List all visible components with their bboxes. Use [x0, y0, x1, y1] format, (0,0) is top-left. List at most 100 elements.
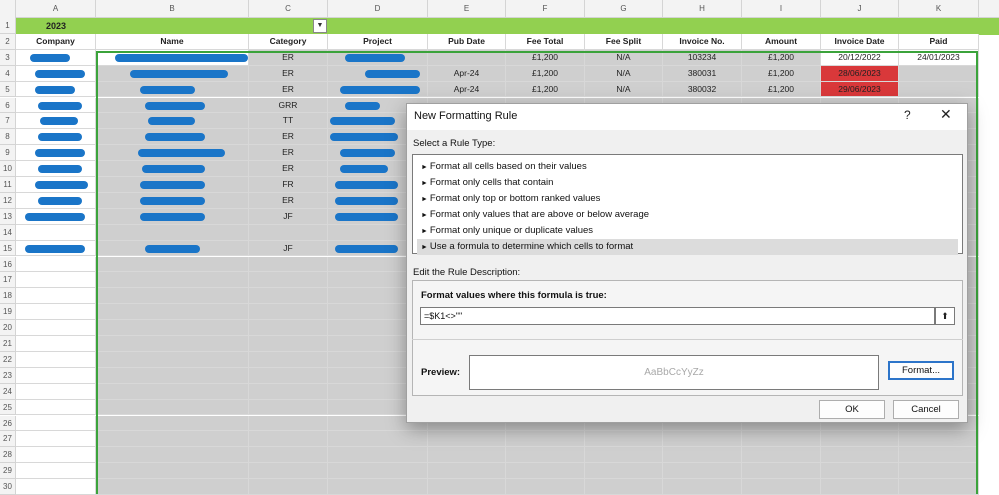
row-header[interactable]: 27: [0, 431, 16, 448]
year-cell[interactable]: 2023: [16, 18, 96, 35]
table-cell[interactable]: FR: [249, 177, 328, 193]
row-header[interactable]: 3: [0, 49, 16, 66]
table-cell[interactable]: ER: [249, 65, 328, 82]
table-cell[interactable]: [663, 431, 742, 448]
header-cell[interactable]: Invoice Date: [821, 33, 899, 50]
row-header[interactable]: 24: [0, 383, 16, 400]
table-cell[interactable]: [249, 431, 328, 448]
table-cell[interactable]: [96, 399, 249, 416]
table-cell[interactable]: [96, 367, 249, 384]
column-header-i[interactable]: I: [742, 0, 821, 18]
rule-type-item[interactable]: ► Format only unique or duplicate values: [417, 223, 958, 239]
table-cell[interactable]: [899, 81, 979, 98]
table-cell[interactable]: [16, 336, 96, 352]
table-cell[interactable]: JF: [249, 240, 328, 257]
row-header[interactable]: 12: [0, 192, 16, 209]
row-header[interactable]: 2: [0, 33, 16, 50]
table-cell[interactable]: [249, 288, 328, 305]
row-header[interactable]: 22: [0, 351, 16, 368]
table-cell[interactable]: [16, 431, 96, 448]
table-cell[interactable]: [249, 463, 328, 480]
rule-type-item[interactable]: ► Format only values that are above or b…: [417, 207, 958, 223]
table-cell[interactable]: 28/06/2023: [821, 65, 899, 82]
close-icon[interactable]: ✕: [940, 106, 952, 123]
rule-type-item[interactable]: ► Use a formula to determine which cells…: [417, 239, 958, 255]
table-cell[interactable]: [96, 447, 249, 464]
table-cell[interactable]: N/A: [585, 81, 663, 98]
table-cell[interactable]: [249, 336, 328, 352]
table-cell[interactable]: [585, 431, 663, 448]
header-cell[interactable]: Fee Total: [506, 33, 585, 50]
table-cell[interactable]: [249, 351, 328, 368]
table-cell[interactable]: [96, 272, 249, 289]
header-cell[interactable]: Fee Split: [585, 33, 663, 50]
table-cell[interactable]: Apr-24: [428, 81, 506, 98]
rule-type-list[interactable]: ► Format all cells based on their values…: [412, 154, 963, 255]
table-cell[interactable]: [506, 431, 585, 448]
table-cell[interactable]: 24/01/2023: [899, 49, 979, 66]
table-cell[interactable]: [663, 479, 742, 495]
column-header-c[interactable]: C: [249, 0, 328, 18]
header-cell[interactable]: Pub Date: [428, 33, 506, 50]
table-cell[interactable]: ER: [249, 129, 328, 146]
table-cell[interactable]: [249, 479, 328, 495]
table-cell[interactable]: ER: [249, 145, 328, 162]
table-cell[interactable]: [96, 320, 249, 336]
row-header[interactable]: 20: [0, 320, 16, 336]
row-header[interactable]: 21: [0, 336, 16, 352]
row-header[interactable]: 25: [0, 399, 16, 416]
table-cell[interactable]: [428, 49, 506, 66]
header-cell[interactable]: Amount: [742, 33, 821, 50]
table-cell[interactable]: [899, 431, 979, 448]
table-cell[interactable]: [506, 463, 585, 480]
cancel-button[interactable]: Cancel: [893, 400, 959, 419]
row-header[interactable]: 1: [0, 18, 16, 34]
table-cell[interactable]: [16, 272, 96, 289]
table-cell[interactable]: [506, 479, 585, 495]
row-header[interactable]: 30: [0, 479, 16, 495]
row-header[interactable]: 15: [0, 240, 16, 257]
table-cell[interactable]: [96, 336, 249, 352]
table-cell[interactable]: [16, 367, 96, 384]
table-cell[interactable]: N/A: [585, 65, 663, 82]
column-header-b[interactable]: B: [96, 0, 249, 18]
table-cell[interactable]: [249, 272, 328, 289]
table-cell[interactable]: [96, 224, 249, 241]
filter-dropdown-button[interactable]: ▼: [313, 19, 327, 33]
table-cell[interactable]: [428, 447, 506, 464]
header-cell[interactable]: Invoice No.: [663, 33, 742, 50]
table-cell[interactable]: [428, 463, 506, 480]
table-cell[interactable]: [96, 288, 249, 305]
row-header[interactable]: 26: [0, 415, 16, 432]
table-cell[interactable]: £1,200: [742, 49, 821, 66]
table-cell[interactable]: [899, 463, 979, 480]
table-cell[interactable]: [16, 304, 96, 321]
table-cell[interactable]: [249, 304, 328, 321]
table-cell[interactable]: [899, 65, 979, 82]
table-cell[interactable]: [96, 304, 249, 321]
rule-type-item[interactable]: ► Format only top or bottom ranked value…: [417, 191, 958, 207]
table-cell[interactable]: [96, 431, 249, 448]
table-cell[interactable]: ER: [249, 49, 328, 66]
header-cell[interactable]: Paid: [899, 33, 979, 50]
row-header[interactable]: 11: [0, 177, 16, 193]
table-cell[interactable]: £1,200: [506, 81, 585, 98]
table-cell[interactable]: [16, 383, 96, 400]
table-cell[interactable]: [742, 463, 821, 480]
table-cell[interactable]: JF: [249, 208, 328, 225]
rule-type-item[interactable]: ► Format only cells that contain: [417, 175, 958, 191]
table-cell[interactable]: £1,200: [506, 49, 585, 66]
table-cell[interactable]: [16, 399, 96, 416]
table-cell[interactable]: ER: [249, 81, 328, 98]
help-button[interactable]: ?: [904, 108, 911, 122]
table-cell[interactable]: [249, 383, 328, 400]
row-header[interactable]: 18: [0, 288, 16, 305]
table-cell[interactable]: 380032: [663, 81, 742, 98]
table-cell[interactable]: £1,200: [742, 81, 821, 98]
table-cell[interactable]: [328, 479, 428, 495]
table-cell[interactable]: [96, 256, 249, 273]
header-cell[interactable]: Category: [249, 33, 328, 50]
row-header[interactable]: 8: [0, 129, 16, 146]
table-cell[interactable]: [585, 447, 663, 464]
table-cell[interactable]: [249, 367, 328, 384]
